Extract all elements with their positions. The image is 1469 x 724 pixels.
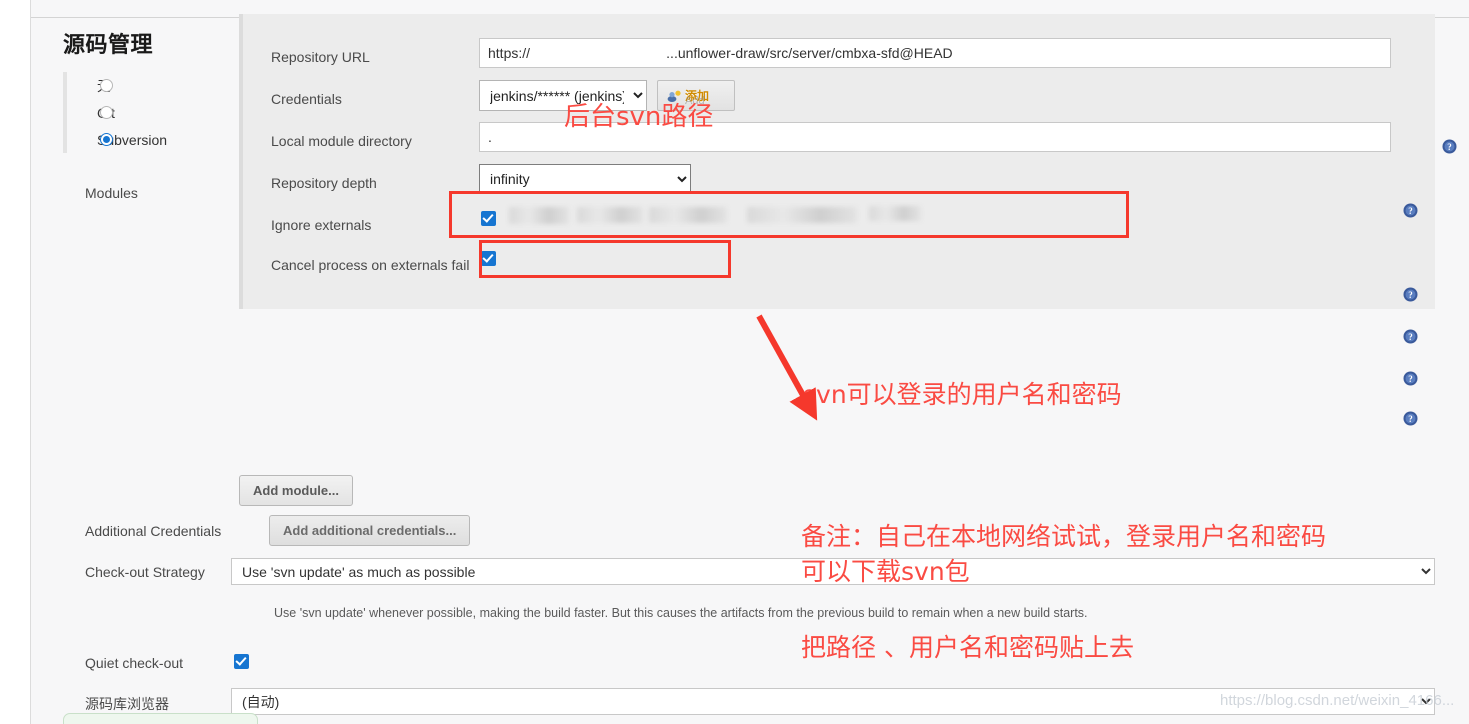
annotation-note-line1: 备注：自己在本地网络试试，登录用户名和密码 [801,522,1327,551]
help-icon-ignore-externals[interactable]: ? [1403,371,1418,386]
modules-panel: Repository URL Credentials jenkins/*****… [239,14,1435,309]
radio-icon-none [100,79,113,92]
jenkins-config-page: 源码管理 无 Git Subversion ? Modules Reposito… [30,0,1469,724]
repository-depth-label: Repository depth [271,175,377,191]
bottom-green-panel [63,713,258,724]
svg-text:?: ? [1408,332,1413,342]
svg-text:?: ? [1408,206,1413,216]
repository-url-label: Repository URL [271,49,370,65]
annotation-note-line2: 可以下载svn包 [801,557,970,586]
modules-section-label: Modules [85,185,138,201]
credentials-label: Credentials [271,91,342,107]
repository-url-input[interactable] [479,38,1391,68]
svg-text:?: ? [1408,414,1413,424]
help-icon-local-module-directory[interactable]: ? [1403,287,1418,302]
help-icon-repository-depth[interactable]: ? [1403,329,1418,344]
annotation-note-line3: 把路径 、用户名和密码贴上去 [801,633,1134,662]
local-module-directory-row: Local module directory [243,122,1435,164]
highlight-box-repository-url [449,191,1129,238]
radio-icon-git [100,106,113,119]
highlight-box-credentials [479,240,731,278]
cancel-process-externals-row: Cancel process on externals fail [243,246,1435,288]
checkout-strategy-label: Check-out Strategy [85,564,205,580]
repository-browser-label: 源码库浏览器 [85,696,169,712]
repository-depth-select[interactable]: infinity [479,164,691,194]
repository-browser-select[interactable]: (自动) [231,688,1435,715]
svg-text:?: ? [1408,290,1413,300]
ignore-externals-label: Ignore externals [271,217,372,233]
add-additional-credentials-button[interactable]: Add additional credentials... [269,515,471,546]
repository-browser-wrap: (自动) [231,688,1435,715]
add-module-button[interactable]: Add module... [239,475,353,506]
help-icon-repository-url[interactable]: ? [1403,203,1418,218]
annotation-svn-path: 后台svn路径 [564,102,714,132]
add-additional-credentials-wrap: Add additional credentials... [269,515,471,546]
checkout-strategy-help-text: Use 'svn update' whenever possible, maki… [274,606,1088,620]
help-icon-subversion[interactable]: ? [1442,139,1457,154]
page-title: 源码管理 [63,32,154,57]
credentials-row: Credentials jenkins/****** (jenkins) 添加 … [243,80,1435,122]
quiet-checkout-checkbox[interactable] [234,654,249,669]
local-module-directory-label: Local module directory [271,133,412,149]
additional-credentials-label: Additional Credentials [85,523,222,539]
quiet-checkout-label: Quiet check-out [85,655,184,671]
annotation-arrow-credentials [756,314,818,421]
repository-url-row: Repository URL [243,38,1435,80]
cancel-process-externals-label: Cancel process on externals fail [271,257,470,273]
help-icon-cancel-process-externals[interactable]: ? [1403,411,1418,426]
add-module-button-wrap: Add module... [239,475,353,506]
svg-text:?: ? [1447,142,1452,152]
radio-icon-subversion-selected [100,133,113,146]
svg-text:?: ? [1408,374,1413,384]
